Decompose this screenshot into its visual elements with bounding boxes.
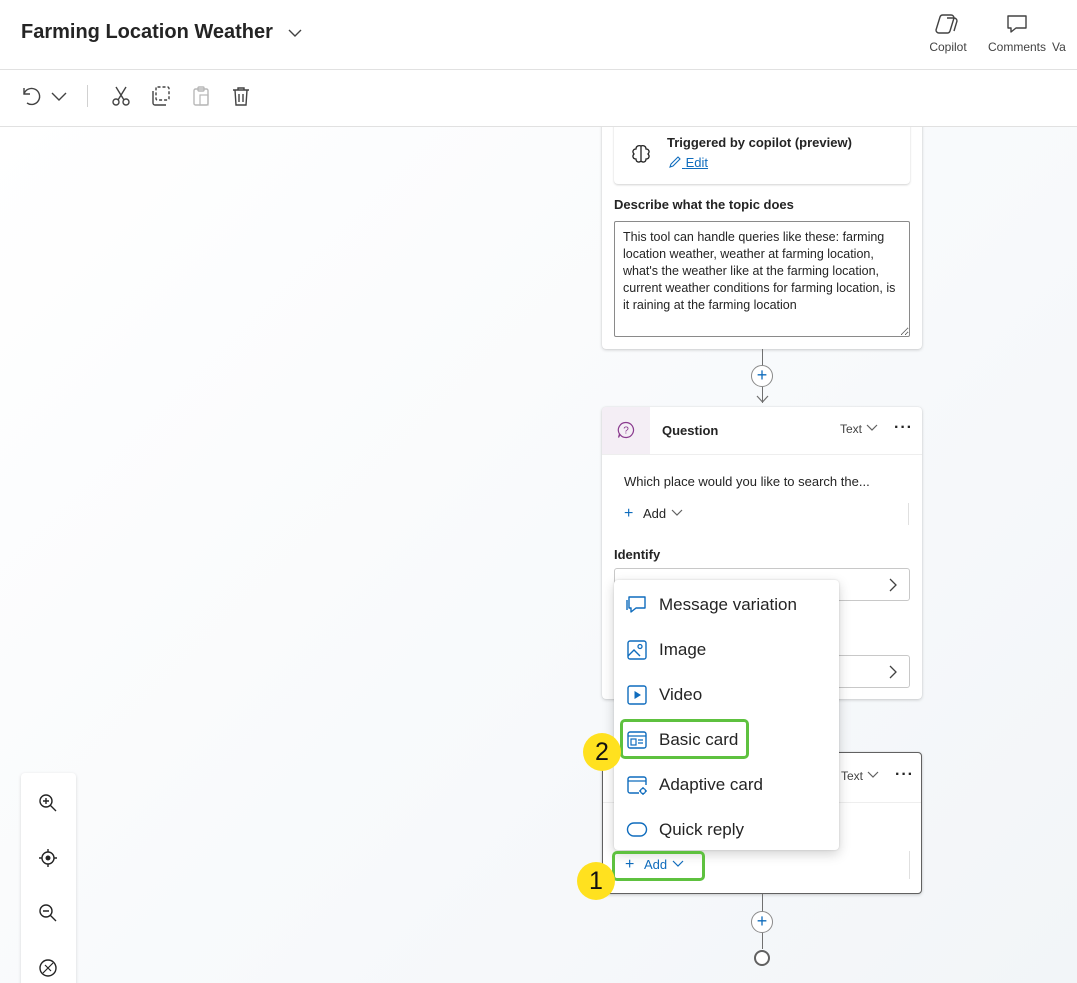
trigger-phrase-box[interactable]: Triggered by copilot (preview) Edit <box>614 127 910 184</box>
chevron-down-icon <box>867 771 879 778</box>
identify-label: Identify <box>614 547 661 562</box>
copilot-button[interactable]: Copilot <box>913 12 983 56</box>
chevron-down-icon <box>671 509 683 516</box>
trigger-label: Triggered by copilot (preview) <box>667 135 852 150</box>
basic-card-highlight <box>620 719 749 759</box>
question-add-button[interactable]: + Add <box>624 505 684 523</box>
more-options-button[interactable]: ··· <box>895 766 914 784</box>
zoom-controls <box>21 773 76 983</box>
chevron-down-icon[interactable] <box>286 24 304 42</box>
topic-description-textarea[interactable]: This tool can handle queries like these:… <box>614 221 910 337</box>
question-prompt-text[interactable]: Which place would you like to search the… <box>624 474 870 489</box>
connector-line <box>762 894 763 912</box>
menu-item-label: Image <box>659 640 707 659</box>
arrow-down-icon <box>756 395 769 403</box>
menu-item-label: Quick reply <box>659 820 745 839</box>
svg-text:?: ? <box>623 426 629 437</box>
more-options-button[interactable]: ··· <box>894 419 913 437</box>
comment-icon <box>1007 15 1027 33</box>
menu-item-label: Adaptive card <box>659 775 763 794</box>
chevron-right-icon <box>889 665 897 679</box>
menu-item-image[interactable]: Image <box>614 629 839 669</box>
step-2-badge: 2 <box>583 733 621 771</box>
quick-reply-icon <box>626 822 648 837</box>
chevron-right-icon <box>889 578 897 592</box>
edit-label: Edit <box>685 155 709 170</box>
paste-icon[interactable] <box>189 84 213 108</box>
menu-item-quick-reply[interactable]: Quick reply <box>614 809 839 849</box>
add-node-button[interactable]: + <box>751 911 773 933</box>
adaptive-card-icon <box>627 776 647 795</box>
add-button-highlight <box>612 851 705 881</box>
add-node-button[interactable]: + <box>751 365 773 387</box>
comments-label: Comments <box>987 40 1046 54</box>
delete-icon[interactable] <box>229 84 253 108</box>
question-title: Question <box>662 423 719 438</box>
variables-icon <box>1052 12 1077 40</box>
image-icon <box>627 640 647 660</box>
message-type-dropdown[interactable]: Text <box>841 769 880 783</box>
undo-icon[interactable] <box>18 84 42 108</box>
topic-header: Farming Location Weather Copilot Comment… <box>0 0 1077 70</box>
copilot-icon <box>935 14 958 34</box>
topic-title[interactable]: Farming Location Weather <box>21 21 273 44</box>
video-icon <box>627 685 647 705</box>
divider <box>602 454 922 455</box>
zoom-out-icon[interactable] <box>37 902 59 924</box>
connector-line <box>762 933 763 949</box>
question-icon: ? <box>617 421 635 439</box>
menu-item-video[interactable]: Video <box>614 674 839 714</box>
comments-button[interactable]: Comments <box>982 12 1052 56</box>
question-type-dropdown[interactable]: Text <box>840 422 879 436</box>
menu-item-message-variation[interactable]: Message variation <box>614 584 839 624</box>
message-type-label: Text <box>841 769 864 783</box>
menu-item-label: Video <box>659 685 703 704</box>
recenter-icon[interactable] <box>37 847 59 869</box>
menu-item-adaptive-card[interactable]: Adaptive card <box>614 764 839 804</box>
trigger-node[interactable]: Triggered by copilot (preview) Edit Desc… <box>602 127 922 349</box>
copy-icon[interactable] <box>149 84 173 108</box>
chevron-down-icon <box>866 424 878 431</box>
plus-icon: + <box>624 505 634 522</box>
pencil-icon <box>669 156 681 168</box>
end-node <box>754 950 770 966</box>
toolbar-divider <box>87 85 88 107</box>
menu-item-label: Message variation <box>659 595 797 614</box>
divider <box>908 503 909 525</box>
variables-button[interactable]: Va <box>1052 12 1077 56</box>
edit-trigger-link[interactable]: Edit <box>668 155 708 170</box>
describe-label: Describe what the topic does <box>614 197 794 212</box>
step-1-badge: 1 <box>577 862 615 900</box>
authoring-canvas[interactable]: Triggered by copilot (preview) Edit Desc… <box>0 127 1077 983</box>
cut-icon[interactable] <box>109 84 133 108</box>
variables-label: Va <box>1052 40 1066 54</box>
chevron-down-icon[interactable] <box>47 84 71 108</box>
question-add-label: Add <box>642 506 667 521</box>
editor-toolbar <box>0 70 1077 127</box>
question-type-label: Text <box>840 422 863 436</box>
minimap-icon[interactable] <box>37 957 59 979</box>
brain-icon <box>632 144 650 163</box>
divider <box>909 851 910 879</box>
add-message-menu: Message variation Image Video Basic card <box>614 580 839 850</box>
question-icon-tile: ? <box>602 407 650 454</box>
message-variation-icon <box>626 596 646 613</box>
zoom-in-icon[interactable] <box>37 792 59 814</box>
copilot-label: Copilot <box>929 40 967 54</box>
